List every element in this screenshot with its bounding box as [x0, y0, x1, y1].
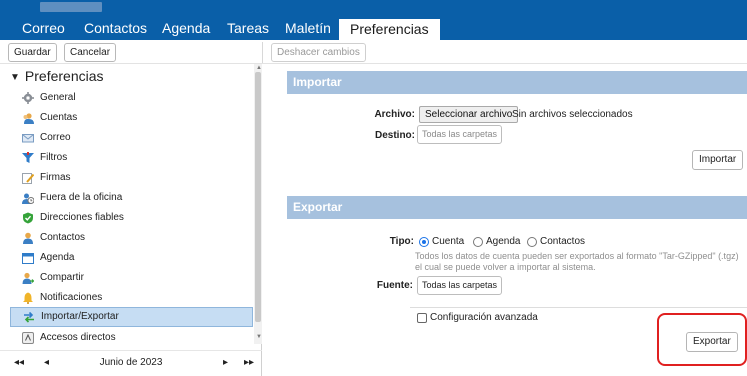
export-source-label: Fuente:	[376, 280, 413, 291]
tab-contactos[interactable]: Contactos	[84, 17, 147, 40]
tab-maletin[interactable]: Maletín	[285, 17, 331, 40]
sidebar-item-agenda[interactable]: Agenda	[10, 248, 253, 268]
mail-icon	[22, 134, 34, 143]
app-tab-bar: Correo Contactos Agenda Tareas Maletín P…	[0, 17, 747, 40]
shortcuts-icon	[22, 332, 34, 344]
sidebar-item-correo[interactable]: Correo	[10, 128, 253, 148]
export-source-select[interactable]: Todas las carpetas	[417, 276, 503, 295]
file-status-text: Sin archivos seleccionados	[512, 109, 633, 120]
import-button[interactable]: Importar	[692, 150, 744, 170]
sidebar-item-accesos-directos[interactable]: Accesos directos	[10, 328, 253, 348]
contacts-icon	[23, 232, 33, 244]
sidebar-item-label: Fuera de la oficina	[40, 192, 123, 203]
sidebar-item-fuera-de-la-oficina[interactable]: Fuera de la oficina	[10, 188, 253, 208]
sidebar-item-label: Firmas	[40, 172, 71, 183]
app-logo	[40, 2, 102, 12]
export-format-note: Todos los datos de cuenta pueden ser exp…	[415, 251, 739, 272]
import-section-header: Importar	[287, 71, 747, 94]
bell-icon	[23, 292, 33, 304]
sidebar-scrollbar-thumb[interactable]	[255, 72, 261, 322]
sidebar-item-label: Contactos	[40, 232, 86, 243]
export-button[interactable]: Exportar	[686, 332, 738, 352]
sidebar-item-cuentas[interactable]: Cuentas	[10, 108, 253, 128]
sidebar-item-direcciones-fiables[interactable]: Direcciones fiables	[10, 208, 253, 228]
app-header	[0, 0, 747, 17]
mini-calendar: Junio de 2023 ◂◂ ◂ ▸ ▸▸	[0, 350, 262, 376]
import-destination-select[interactable]: Todas las carpetas	[417, 125, 503, 144]
undo-changes-button[interactable]: Deshacer cambios	[271, 43, 366, 62]
preferences-sidebar: ▼ Preferencias General Cuentas Correo Fil…	[0, 64, 262, 376]
save-button[interactable]: Guardar	[8, 43, 57, 62]
sidebar-item-label: Agenda	[40, 252, 75, 263]
radio-cuenta-label[interactable]: Cuenta	[432, 236, 464, 247]
scroll-down-arrow-icon[interactable]: ▼	[256, 334, 262, 340]
accounts-icon	[23, 113, 34, 124]
tab-preferencias[interactable]: Preferencias	[339, 19, 440, 40]
radio-agenda[interactable]	[473, 237, 483, 247]
sidebar-item-label: Accesos directos	[40, 332, 116, 343]
sidebar-item-label: Notificaciones	[40, 292, 103, 303]
tab-tareas[interactable]: Tareas	[227, 17, 269, 40]
calendar-next-month-button[interactable]: ▸	[223, 357, 228, 368]
sidebar-item-general[interactable]: General	[10, 88, 253, 108]
calendar-icon	[22, 253, 34, 264]
shield-icon	[23, 212, 33, 224]
sidebar-item-label: General	[40, 92, 76, 103]
import-export-panel: Importar Archivo: Seleccionar archivo Si…	[263, 64, 747, 376]
gear-icon	[22, 92, 34, 104]
sidebar-item-notificaciones[interactable]: Notificaciones	[10, 288, 253, 308]
calendar-prev-month-button[interactable]: ◂	[44, 357, 49, 368]
sidebar-item-label: Filtros	[40, 152, 68, 163]
import-file-label: Archivo:	[374, 109, 415, 120]
cancel-button[interactable]: Cancelar	[64, 43, 117, 62]
radio-cuenta[interactable]	[419, 237, 429, 247]
sidebar-item-label: Correo	[40, 132, 71, 143]
export-type-label: Tipo:	[389, 236, 414, 247]
radio-contactos[interactable]	[527, 237, 537, 247]
share-icon	[22, 272, 34, 284]
sidebar-item-label: Compartir	[40, 272, 84, 283]
select-file-button[interactable]: Seleccionar archivo	[419, 106, 519, 123]
advanced-settings-checkbox[interactable]	[417, 313, 427, 323]
export-section-header: Exportar	[287, 196, 747, 219]
tab-agenda[interactable]: Agenda	[162, 17, 210, 40]
sidebar-item-label: Cuentas	[40, 112, 78, 123]
scroll-up-arrow-icon[interactable]: ▲	[256, 65, 262, 71]
import-export-icon	[24, 311, 34, 323]
sidebar-item-label: Importar/Exportar	[41, 311, 119, 322]
sidebar-item-contactos[interactable]: Contactos	[10, 228, 253, 248]
calendar-prev-year-button[interactable]: ◂◂	[14, 357, 24, 368]
filter-icon	[22, 152, 34, 163]
preferences-title: Preferencias	[24, 68, 104, 84]
toolbar-divider	[262, 42, 263, 63]
radio-contactos-label[interactable]: Contactos	[540, 236, 585, 247]
out-of-office-icon	[22, 193, 34, 204]
sidebar-item-filtros[interactable]: Filtros	[10, 148, 253, 168]
advanced-settings-label[interactable]: Configuración avanzada	[430, 312, 538, 323]
sidebar-item-importar-exportar[interactable]: Importar/Exportar	[10, 307, 253, 327]
divider	[410, 307, 747, 308]
expand-arrow-icon[interactable]: ▼	[10, 72, 20, 83]
preferences-tree-root[interactable]: ▼ Preferencias	[10, 68, 104, 84]
sidebar-item-compartir[interactable]: Compartir	[10, 268, 253, 288]
calendar-next-year-button[interactable]: ▸▸	[244, 357, 254, 368]
tab-correo[interactable]: Correo	[22, 17, 65, 40]
import-destination-label: Destino:	[375, 130, 415, 141]
sidebar-item-label: Direcciones fiables	[40, 212, 124, 223]
signature-icon	[22, 173, 34, 184]
radio-agenda-label[interactable]: Agenda	[486, 236, 520, 247]
sidebar-item-firmas[interactable]: Firmas	[10, 168, 253, 188]
toolbar: Guardar Cancelar Deshacer cambios	[0, 40, 747, 64]
